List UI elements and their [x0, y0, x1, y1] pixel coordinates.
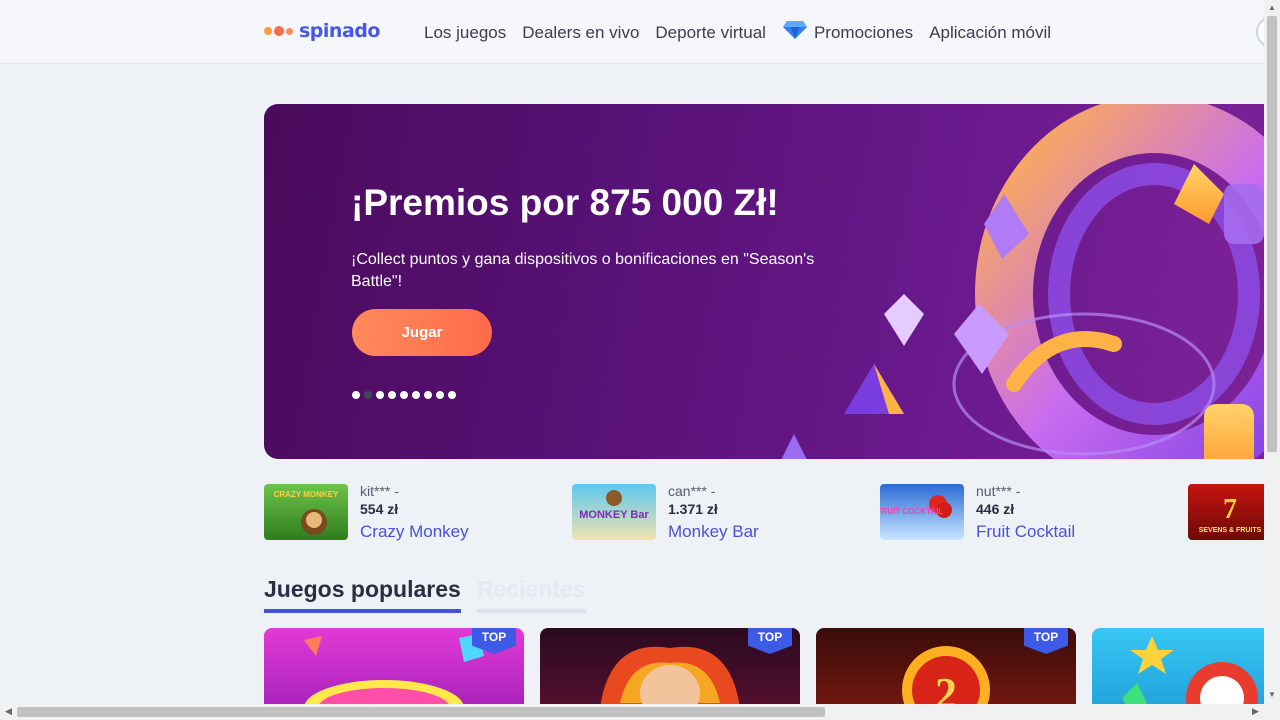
nav-los-juegos[interactable]: Los juegos	[424, 23, 506, 43]
banner-subtitle: ¡Collect puntos y gana dispositivos o bo…	[351, 251, 815, 290]
game-card[interactable]: TOP	[264, 628, 524, 704]
main-nav: Los juegos Dealers en vivo Deporte virtu…	[424, 20, 1067, 45]
horizontal-scrollbar[interactable]: ◀ ▶	[0, 704, 1280, 720]
nav-label: Dealers en vivo	[522, 22, 640, 42]
scroll-down-icon[interactable]: ▼	[1268, 690, 1276, 699]
game-card[interactable]	[1092, 628, 1264, 704]
winner-user: nut*** -	[976, 483, 1021, 499]
vertical-scroll-thumb[interactable]	[1267, 16, 1277, 452]
carousel-dot[interactable]	[376, 391, 384, 399]
diamond-icon	[782, 20, 808, 45]
nav-promociones[interactable]: Promociones	[782, 20, 913, 45]
monkey-bar-thumbnail[interactable]: MONKEY Bar	[572, 484, 656, 540]
winner-amount: 446 zł	[976, 501, 1015, 517]
winner-item[interactable]: MONKEY Bar can*** - 1.371 zł Monkey Bar	[572, 483, 872, 541]
play-button[interactable]: Jugar	[352, 309, 492, 356]
logo-text: spinado	[299, 20, 380, 42]
spinado-logo[interactable]: spinado	[264, 20, 380, 42]
svg-text:7: 7	[1223, 494, 1237, 525]
winner-item[interactable]: CRAZY MONKEY kit*** - 554 zł Crazy Monke…	[264, 483, 564, 541]
nav-dealers-en-vivo[interactable]: Dealers en vivo	[522, 23, 639, 43]
winner-amount: 1.371 zł	[668, 501, 718, 517]
thumb-label: CRAZY MONKEY	[274, 490, 339, 499]
winner-game-link[interactable]: Monkey Bar	[668, 522, 759, 542]
game-card[interactable]: 2 TOP	[816, 628, 1076, 704]
svg-text:2: 2	[935, 669, 957, 704]
nav-label: Aplicación móvil	[929, 22, 1052, 42]
thumb-label: SEVENS & FRUITS	[1199, 527, 1262, 534]
scroll-left-icon[interactable]: ◀	[5, 706, 12, 717]
games-tabs: Juegos populares Recientes	[264, 576, 586, 613]
logo-icon	[264, 26, 293, 36]
winner-item[interactable]: FRUIT COCKTAIL nut*** - 446 zł Fruit Coc…	[880, 483, 1180, 541]
top-header: spinado Los juegos Dealers en vivo Depor…	[0, 0, 1280, 64]
winner-game-link[interactable]: Crazy Monkey	[360, 522, 469, 542]
horizontal-scroll-thumb[interactable]	[17, 707, 825, 717]
winner-user: can*** -	[668, 483, 716, 499]
nav-label: Promociones	[813, 22, 914, 42]
carousel-dots	[352, 391, 456, 399]
thumb-label: FRUIT COCKTAIL	[880, 507, 943, 516]
carousel-dot[interactable]	[400, 391, 408, 399]
games-grid: TOP TOP 2 TOP	[264, 628, 1264, 704]
scroll-up-icon[interactable]: ▲	[1268, 3, 1276, 12]
nav-label: Deporte virtual	[655, 22, 766, 42]
vertical-scrollbar[interactable]: ▲ ▼	[1264, 0, 1280, 704]
carousel-dot-active[interactable]	[364, 391, 372, 399]
nav-deporte-virtual[interactable]: Deporte virtual	[655, 23, 766, 43]
game-card[interactable]: TOP	[540, 628, 800, 704]
tab-juegos-populares[interactable]: Juegos populares	[264, 576, 461, 613]
crazy-monkey-thumbnail[interactable]: CRAZY MONKEY	[264, 484, 348, 540]
carousel-dot[interactable]	[436, 391, 444, 399]
carousel-dot[interactable]	[448, 391, 456, 399]
carousel-dot[interactable]	[424, 391, 432, 399]
banner-title: ¡Premios por 875 000 Zł!	[351, 182, 779, 223]
winner-game-link[interactable]: Fruit Cocktail	[976, 522, 1075, 542]
carousel-dot[interactable]	[388, 391, 396, 399]
recent-winners: CRAZY MONKEY kit*** - 554 zł Crazy Monke…	[264, 483, 1264, 543]
promo-banner[interactable]: ¡Premios por 875 000 Zł! ¡Collect puntos…	[264, 104, 1264, 459]
winner-user: kit*** -	[360, 483, 399, 499]
scroll-right-icon[interactable]: ▶	[1252, 706, 1259, 717]
game-artwork	[1122, 636, 1258, 704]
fruit-cocktail-thumbnail[interactable]: FRUIT COCKTAIL	[880, 484, 964, 540]
winner-item[interactable]: 7 SEVENS & FRUITS	[1188, 483, 1264, 541]
winner-amount: 554 zł	[360, 501, 399, 517]
sevens-fruits-thumbnail[interactable]: 7 SEVENS & FRUITS	[1188, 484, 1264, 540]
nav-label: Los juegos	[424, 22, 507, 42]
carousel-dot[interactable]	[352, 391, 360, 399]
carousel-dot[interactable]	[412, 391, 420, 399]
thumb-label: MONKEY Bar	[579, 509, 649, 521]
nav-aplicacion-movil[interactable]: Aplicación móvil	[929, 23, 1051, 43]
tab-recientes[interactable]: Recientes	[476, 576, 586, 613]
